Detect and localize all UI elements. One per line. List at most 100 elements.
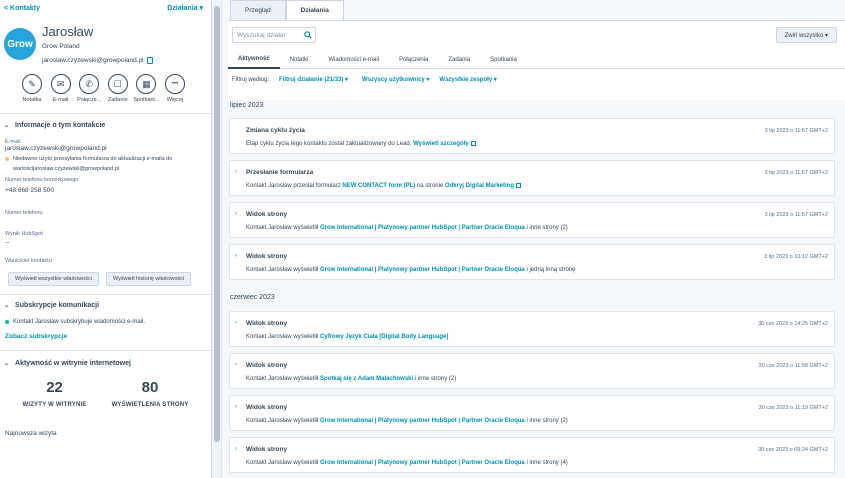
chevron-right-icon[interactable]: › — [235, 404, 237, 410]
activity-text: Kontakt Jarosław przesłał formularz — [246, 183, 341, 190]
activity-description: Kontakt Jarosław wyświetlił Grow Interna… — [246, 460, 568, 466]
quick-action-4[interactable]: ▦ Spotkani... — [133, 74, 160, 103]
activity-link[interactable]: Odkryj Digital Marketing — [445, 183, 514, 189]
activity-link[interactable]: Grow International | Platynowy partner H… — [320, 418, 525, 424]
quick-action-label: Zadanie — [107, 97, 128, 103]
search-icon[interactable] — [304, 31, 312, 39]
subtab-1[interactable]: Notatki — [280, 51, 319, 69]
mobile-phone-value[interactable]: +48 668 258 500 — [0, 187, 211, 194]
filter-users-dropdown[interactable]: Wszyscy użytkownicy ▾ — [362, 76, 429, 83]
website-stats: 22 WIZYTY W WITRYNIE 80 WYŚWIETLENIA STR… — [0, 379, 211, 408]
activity-card[interactable]: › Widok strony 3 lip 2023 o 10:12 GMT+2 Kon… — [229, 244, 835, 280]
sidebar-topbar: < Kontakty Działania ▾ — [0, 0, 211, 16]
subscription-status-text: Kontakt Jarosław subskrybuje wiadomości … — [13, 319, 146, 325]
quick-action-label: Spotkani... — [133, 97, 160, 103]
activity-card[interactable]: › Widok strony 3 lip 2023 o 11:57 GMT+2 Kon… — [229, 202, 835, 238]
activity-text: Kontakt Jarosław wyświetlił — [246, 460, 319, 466]
back-to-contacts-link[interactable]: < Kontakty — [4, 5, 40, 12]
activity-title: Widok strony — [246, 211, 288, 218]
activity-card[interactable]: Zmiana cyklu życia 3 lip 2023 o 11:57 GMT… — [229, 118, 835, 154]
scrollbar-thumb[interactable] — [214, 6, 220, 442]
activity-card[interactable]: › Widok strony 30 cze 2023 o 09:24 GMT+2 Ko… — [229, 437, 835, 473]
activity-card[interactable]: › Przesłanie formularza 3 lip 2023 o 11:57… — [229, 160, 835, 196]
activity-title: Widok strony — [246, 362, 288, 369]
subtab-3[interactable]: Połączenia — [389, 51, 438, 69]
chevron-right-icon[interactable]: › — [235, 446, 237, 452]
subtab-5[interactable]: Spotkania — [480, 51, 527, 69]
quick-action-1[interactable]: ✉ E-mail — [49, 74, 73, 103]
phone-icon[interactable]: ✆ — [79, 74, 100, 94]
contact-email: jaroslaw.czyzewski@growpoland.pl — [42, 57, 153, 64]
contact-name[interactable]: Jarosław — [42, 24, 153, 39]
sidebar-scrollbar[interactable] — [212, 0, 222, 478]
activity-link[interactable]: NEW CONTACT form (PL) — [342, 183, 415, 189]
subscriptions-section-header[interactable]: ⌄ Subskrypcje komunikacji — [0, 302, 211, 309]
copy-icon[interactable] — [146, 57, 153, 64]
view-all-properties-button[interactable]: Wyświetl wszystkie właściwości — [8, 272, 99, 286]
visits-label: WIZYTY W WITRYNIE — [22, 402, 87, 408]
search-placeholder: Wyszukaj działar — [237, 31, 286, 39]
activity-card[interactable]: › Widok strony 30 cze 2023 o 11:19 GMT+2 Ko… — [229, 395, 835, 431]
note-icon[interactable]: ✎ — [22, 74, 42, 94]
activity-link[interactable]: Grow International | Platynowy partner H… — [320, 267, 525, 273]
activity-link[interactable]: Grow International | Platynowy partner H… — [320, 225, 525, 231]
more-icon[interactable]: ••• — [164, 74, 185, 94]
calendar-icon[interactable]: ▦ — [136, 74, 157, 94]
chevron-down-icon: ⌄ — [4, 361, 10, 367]
owner-label: Właściciel kontaktu — [5, 258, 52, 264]
subtab-2[interactable]: Wiadomości e-mail — [318, 51, 389, 69]
activity-link[interactable]: Grow International | Platynowy partner H… — [320, 460, 525, 466]
activity-date: 30 cze 2023 o 11:58 GMT+2 — [758, 363, 828, 369]
quick-action-5[interactable]: ••• Więcej — [163, 74, 187, 103]
chevron-right-icon[interactable]: › — [235, 169, 237, 175]
activity-link[interactable]: Spotkaj się z Adam Małachowski — [320, 376, 413, 382]
activity-search-input[interactable]: Wyszukaj działar — [232, 27, 316, 43]
subtab-4[interactable]: Zadania — [438, 51, 480, 69]
view-subscriptions-link[interactable]: Zobacz subskrypcje — [0, 333, 211, 340]
external-link-icon[interactable] — [515, 183, 521, 188]
filter-teams-dropdown[interactable]: Wszystkie zespoły ▾ — [439, 76, 496, 83]
activity-date: 3 lip 2023 o 11:57 GMT+2 — [764, 128, 828, 134]
month-header: lipiec 2023 — [230, 102, 264, 109]
email-icon[interactable]: ✉ — [50, 74, 71, 94]
chevron-right-icon[interactable]: › — [235, 211, 237, 217]
subscription-status: Kontakt Jarosław subskrybuje wiadomości … — [0, 319, 211, 325]
website-activity-section-header[interactable]: ⌄ Aktywność w witrynie internetowej — [0, 360, 211, 367]
activity-date: 3 lip 2023 o 11:57 GMT+2 — [764, 170, 828, 176]
month-header: czerwiec 2023 — [230, 294, 275, 301]
activity-description: Kontakt Jarosław wyświetlił Cyfrowy Języ… — [246, 334, 448, 340]
contact-profile: Grow Jarosław Grow Poland jaroslaw.czyze… — [0, 16, 211, 64]
activity-text: Kontakt Jarosław wyświetlił — [246, 334, 319, 340]
activity-title: Widok strony — [246, 253, 288, 260]
actions-dropdown[interactable]: Działania ▾ — [167, 4, 203, 12]
activity-description: Kontakt Jarosław wyświetlił Grow Interna… — [246, 418, 568, 424]
activity-text: i inne strony (2) — [414, 376, 457, 382]
about-section-header[interactable]: ⌄ Informacje o tym kontakcie — [0, 122, 211, 129]
pageviews-stat: 80 WYŚWIETLENIA STRONY — [112, 379, 189, 408]
activity-card[interactable]: › Widok strony 30 cze 2023 o 14:25 GMT+2 Ko… — [229, 311, 835, 347]
activity-card[interactable]: › Widok strony 30 cze 2023 o 11:58 GMT+2 Ko… — [229, 353, 835, 389]
chevron-right-icon[interactable]: › — [235, 253, 237, 259]
activity-title: Widok strony — [246, 404, 288, 411]
chevron-right-icon[interactable]: › — [235, 320, 237, 326]
tab-overview[interactable]: Przegląd — [230, 0, 286, 20]
mobile-phone-label: Numer telefonu komórkowego — [5, 177, 79, 183]
quick-action-label: E-mail — [52, 97, 69, 103]
filter-activity-dropdown[interactable]: Filtruj działanie (21/33) ▾ — [279, 76, 348, 83]
collapse-all-button[interactable]: Zwiń wszystko ▾ — [775, 27, 837, 43]
subtab-0[interactable]: Aktywność — [228, 51, 280, 69]
chevron-right-icon[interactable]: › — [235, 362, 237, 368]
quick-action-3[interactable]: ☐ Zadanie — [106, 74, 130, 103]
email-value[interactable]: jaroslaw.czyzewski@growpoland.pl — [0, 145, 211, 152]
activity-link[interactable]: Cyfrowy Język Ciała [Digital Body Langua… — [320, 334, 448, 340]
activity-text: i inne strony (4) — [526, 460, 568, 466]
tab-activities[interactable]: Działania — [285, 0, 344, 20]
quick-action-2[interactable]: ✆ Połącze... — [77, 74, 101, 103]
view-property-history-button[interactable]: Wyświetl historię właściwości — [105, 272, 192, 286]
activity-link[interactable]: Wyświetl szczegóły — [413, 141, 469, 147]
task-icon[interactable]: ☐ — [107, 74, 128, 94]
company-logo: Grow — [4, 28, 36, 60]
external-link-icon[interactable] — [470, 141, 476, 146]
quick-action-0[interactable]: ✎ Notatka — [20, 74, 44, 103]
activity-description: Etap cyklu życia tego kontaktu został za… — [246, 141, 476, 147]
